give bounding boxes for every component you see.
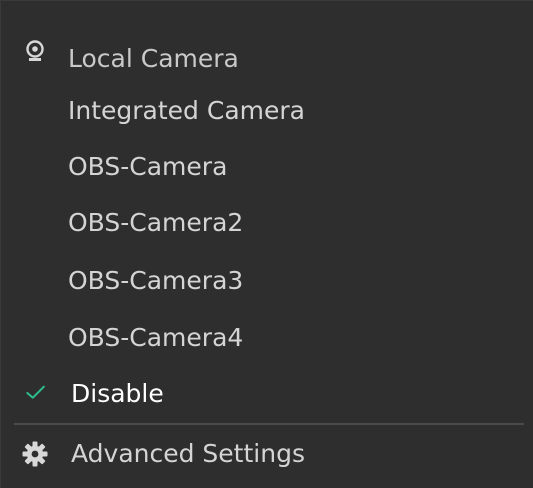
menu-item-label: Integrated Camera — [68, 96, 305, 125]
menu-item-label: OBS-Camera3 — [68, 266, 244, 295]
menu-item-obs-camera3[interactable]: OBS-Camera3 — [1, 253, 533, 309]
menu-item-label: Advanced Settings — [71, 439, 305, 468]
menu-item-advanced-settings[interactable]: Advanced Settings — [1, 426, 533, 482]
menu-item-disable[interactable]: Disable — [1, 366, 533, 422]
gear-icon — [22, 441, 48, 467]
menu-item-obs-camera2[interactable]: OBS-Camera2 — [1, 195, 533, 251]
menu-item-label: OBS-Camera — [68, 152, 228, 181]
camera-dropdown-menu: Local Camera Integrated Camera OBS-Camer… — [0, 0, 533, 488]
menu-header-local-camera: Local Camera — [1, 31, 533, 87]
menu-item-integrated-camera[interactable]: Integrated Camera — [1, 83, 533, 139]
menu-header-label: Local Camera — [68, 44, 239, 73]
menu-item-label: OBS-Camera4 — [68, 323, 244, 352]
menu-divider — [14, 423, 524, 425]
menu-item-label: OBS-Camera2 — [68, 208, 244, 237]
checkmark-icon — [26, 385, 45, 399]
menu-item-obs-camera[interactable]: OBS-Camera — [1, 139, 533, 195]
menu-item-obs-camera4[interactable]: OBS-Camera4 — [1, 310, 533, 366]
webcam-icon — [26, 40, 44, 61]
menu-item-label: Disable — [71, 379, 164, 408]
